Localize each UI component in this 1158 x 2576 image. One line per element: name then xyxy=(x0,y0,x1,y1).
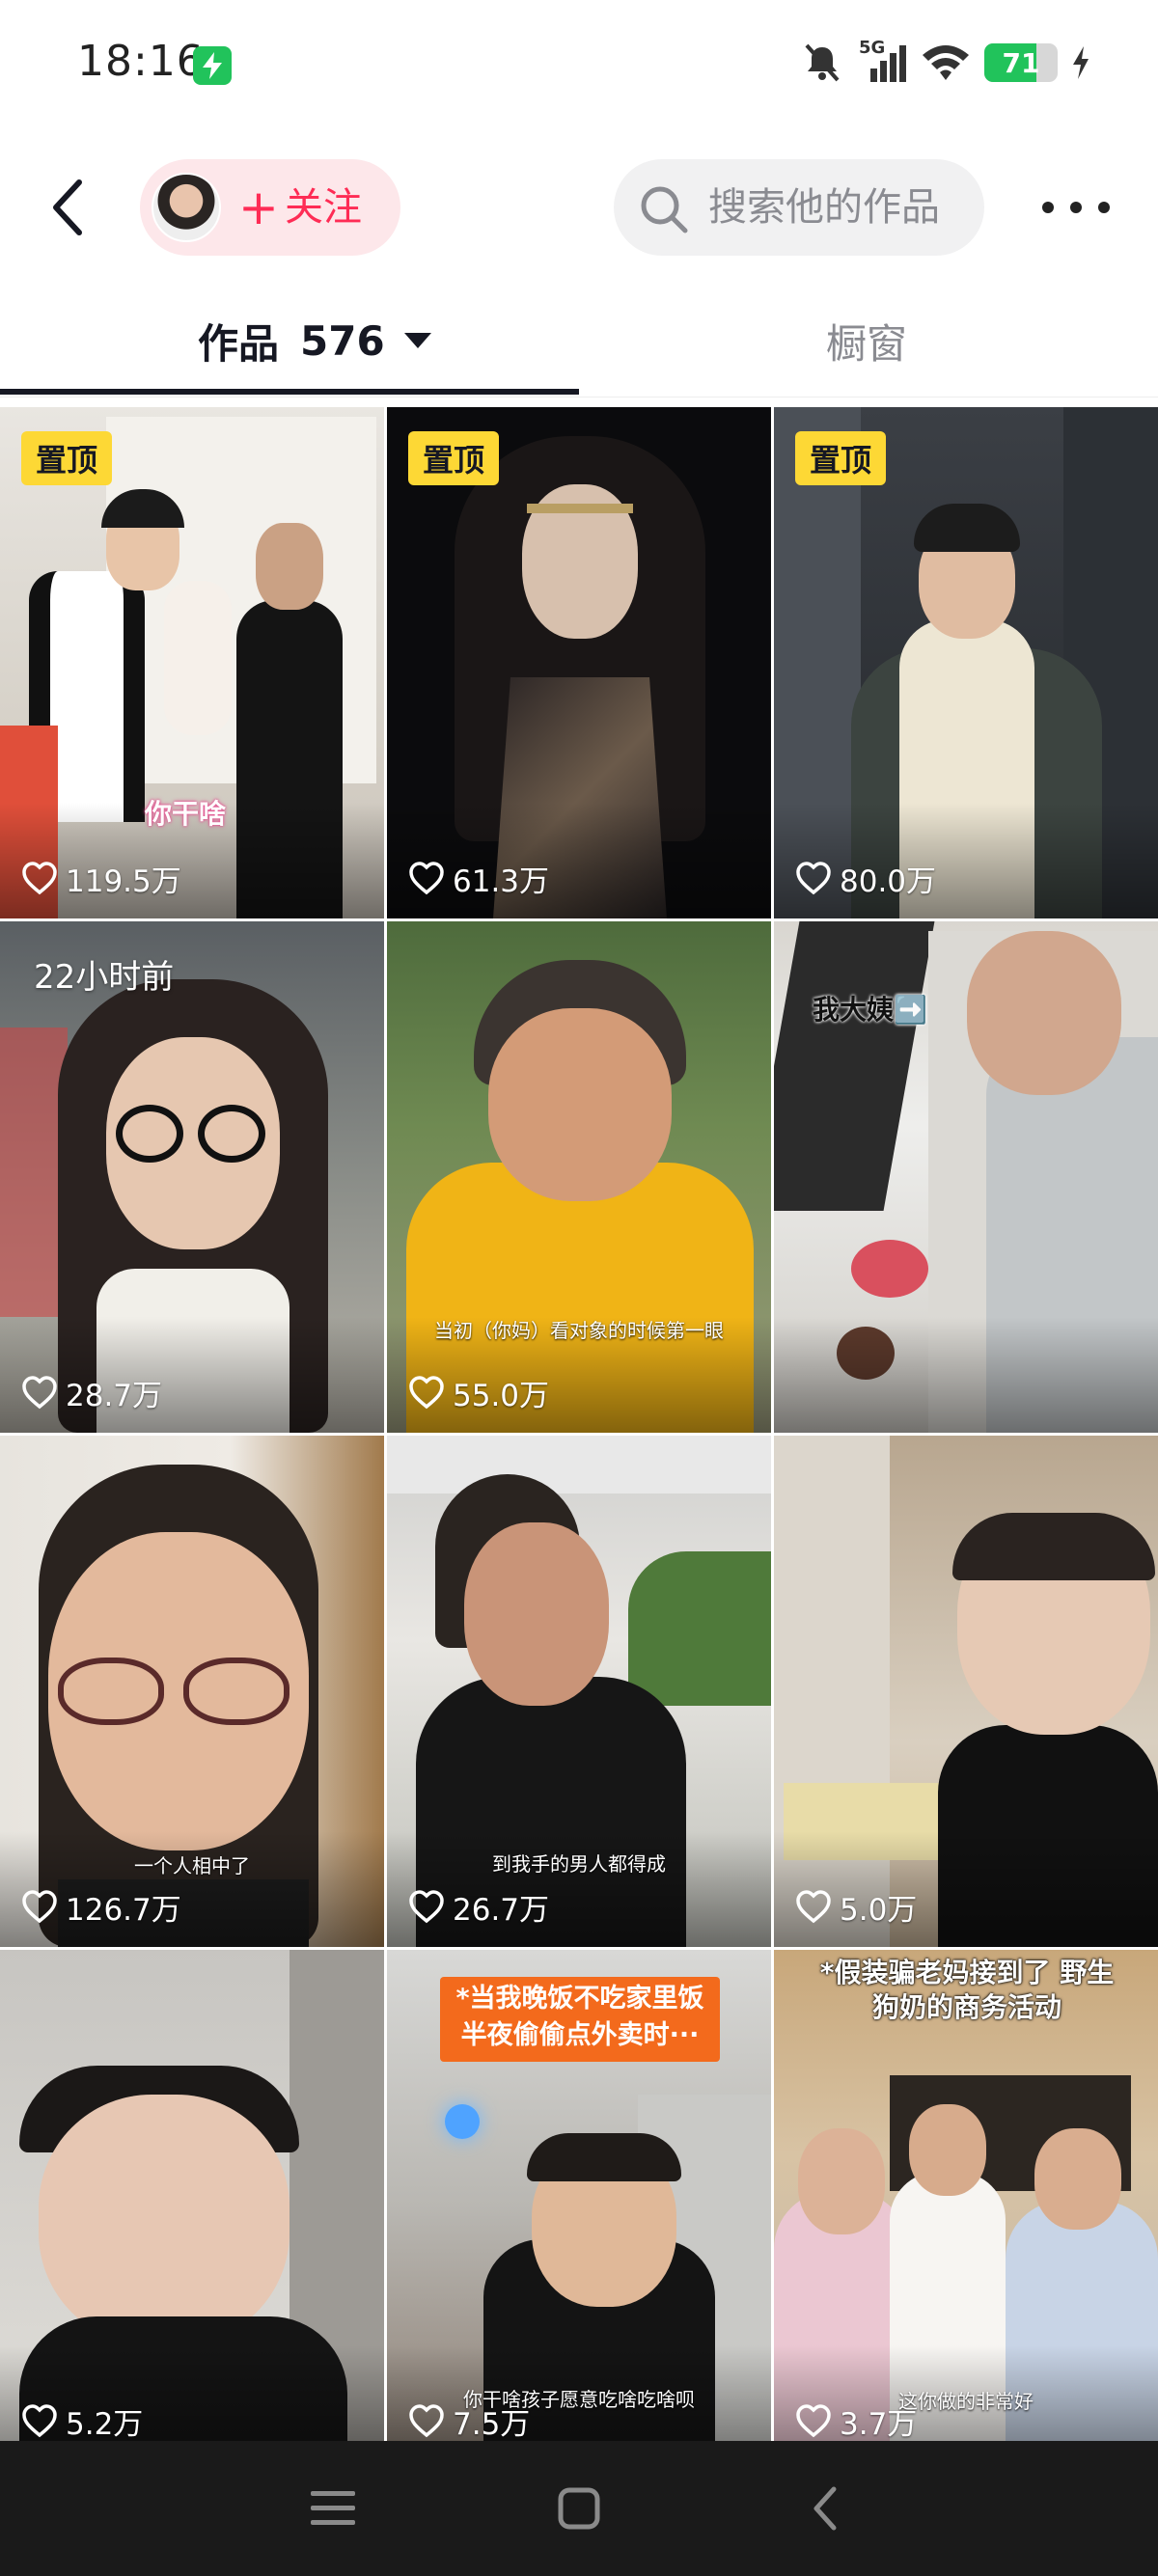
overlay-text: 我大姨➡️ xyxy=(813,994,927,1026)
search-placeholder: 搜索他的作品 xyxy=(708,185,940,230)
like-count-text: 126.7万 xyxy=(66,1892,181,1928)
back-icon xyxy=(813,2486,837,2531)
heart-icon xyxy=(409,1890,444,1924)
tab-works-label: 作品 xyxy=(198,319,280,368)
time-badge: 22小时前 xyxy=(34,958,175,997)
home-button[interactable] xyxy=(540,2475,618,2542)
overlay-text-box: *当我晚饭不吃家里饭 半夜偷偷点外卖时··· xyxy=(440,1977,720,2062)
like-count: 80.0万 xyxy=(795,857,936,899)
video-tile[interactable]: 置顶 80.0万 xyxy=(774,407,1158,918)
heart-icon xyxy=(796,1890,831,1924)
heart-icon xyxy=(22,2404,57,2438)
system-back-button[interactable] xyxy=(786,2475,864,2542)
overlay-text: 到我手的男人都得成 xyxy=(492,1852,666,1876)
like-count-text: 5.2万 xyxy=(66,2406,144,2442)
video-tile[interactable]: 当初（你妈）看对象的时候第一眼 55.0万 xyxy=(387,921,771,1433)
heart-icon xyxy=(22,1376,57,1410)
like-count-text: 3.7万 xyxy=(840,2406,918,2442)
caret-down-icon[interactable] xyxy=(403,333,431,348)
heart-icon xyxy=(22,1890,57,1924)
follow-label: 关注 xyxy=(285,185,362,230)
avatar[interactable] xyxy=(152,173,221,242)
thumbnail-shade xyxy=(774,1317,1158,1433)
like-count: 7.5万 xyxy=(408,2399,530,2442)
video-tile[interactable]: 22小时前 28.7万 xyxy=(0,921,384,1433)
pinned-badge: 置顶 xyxy=(21,431,112,485)
like-count: 61.3万 xyxy=(408,857,549,899)
search-icon xyxy=(641,186,688,233)
video-grid: 你干啥 置顶 119.5万 置顶 61.3万 置顶 80.0万 22小时前 28… xyxy=(0,407,1158,2461)
heart-icon xyxy=(409,1376,444,1410)
like-count-text: 28.7万 xyxy=(66,1378,163,1413)
video-tile[interactable]: 我大姨➡️ xyxy=(774,921,1158,1433)
heart-icon xyxy=(22,862,57,895)
like-count-text: 61.3万 xyxy=(453,863,550,899)
heart-icon xyxy=(409,862,444,895)
heart-icon xyxy=(409,2404,444,2438)
system-nav-bar xyxy=(0,2441,1158,2576)
more-icon[interactable] xyxy=(1042,183,1110,232)
charging-icon xyxy=(1073,46,1089,79)
heart-icon xyxy=(796,862,831,895)
heart-icon xyxy=(796,2404,831,2438)
plus-icon: + xyxy=(238,179,279,235)
signal-icon: 5G xyxy=(857,38,907,84)
like-count: 3.7万 xyxy=(795,2399,917,2442)
charging-bolt-icon xyxy=(193,46,232,85)
back-button[interactable] xyxy=(39,174,96,241)
menu-icon xyxy=(311,2491,355,2525)
overlay-text: 一个人相中了 xyxy=(134,1854,250,1877)
video-tile[interactable]: 置顶 61.3万 xyxy=(387,407,771,918)
overlay-text: *假装骗老妈接到了 野生狗奶的商务活动 xyxy=(819,1957,1115,2023)
battery-level-text: 71 xyxy=(1002,46,1040,79)
like-count-text: 7.5万 xyxy=(453,2406,531,2442)
back-arrow-icon xyxy=(53,179,82,235)
video-tile[interactable]: 5.2万 xyxy=(0,1950,384,2461)
like-count: 28.7万 xyxy=(21,1371,162,1413)
pinned-badge: 置顶 xyxy=(408,431,499,485)
overlay-text: 当初（你妈）看对象的时候第一眼 xyxy=(434,1319,724,1342)
like-count: 126.7万 xyxy=(21,1885,181,1928)
wifi-icon xyxy=(923,45,969,80)
top-nav: + 关注 搜索他的作品 xyxy=(0,145,1158,270)
tab-shop-label: 橱窗 xyxy=(826,319,908,368)
like-count: 5.2万 xyxy=(21,2399,143,2442)
video-tile[interactable]: 5.0万 xyxy=(774,1436,1158,1947)
like-count-text: 26.7万 xyxy=(453,1892,550,1928)
status-bar: 18:16 5G 71 xyxy=(0,0,1158,125)
like-count: 5.0万 xyxy=(795,1885,917,1928)
like-count: 55.0万 xyxy=(408,1371,549,1413)
like-count-text: 119.5万 xyxy=(66,863,181,899)
tab-shop-window[interactable]: 橱窗 xyxy=(826,307,907,374)
video-tile[interactable]: *假装骗老妈接到了 野生狗奶的商务活动 这你做的非常好 3.7万 xyxy=(774,1950,1158,2461)
search-input[interactable]: 搜索他的作品 xyxy=(614,159,984,256)
overlay-text: *当我晚饭不吃家里饭 半夜偷偷点外卖时··· xyxy=(455,1984,704,2050)
video-tile[interactable]: 到我手的男人都得成 26.7万 xyxy=(387,1436,771,1947)
video-tile[interactable]: *当我晚饭不吃家里饭 半夜偷偷点外卖时··· 你干啥孩子愿意吃啥吃啥呗 7.5万 xyxy=(387,1950,771,2461)
mute-bell-icon xyxy=(805,43,840,82)
status-time: 18:16 xyxy=(77,37,205,86)
tab-works[interactable]: 作品 576 xyxy=(198,307,431,374)
works-count: 576 xyxy=(300,316,385,365)
profile-works-screen: 18:16 5G 71 + 关注 搜索他的作品 作品 576 橱窗 你干啥 置顶… xyxy=(0,0,1158,2576)
battery-icon: 71 xyxy=(984,43,1058,82)
overlay-text: 你干啥 xyxy=(145,798,227,830)
video-tile[interactable]: 一个人相中了 126.7万 xyxy=(0,1436,384,1947)
follow-button[interactable]: + 关注 xyxy=(140,159,400,256)
like-count: 119.5万 xyxy=(21,857,181,899)
like-count: 26.7万 xyxy=(408,1885,549,1928)
menu-button[interactable] xyxy=(294,2475,372,2542)
like-count-text: 5.0万 xyxy=(840,1892,918,1928)
pinned-badge: 置顶 xyxy=(795,431,886,485)
home-icon xyxy=(558,2487,600,2530)
like-count-text: 80.0万 xyxy=(840,863,937,899)
like-count-text: 55.0万 xyxy=(453,1378,550,1413)
tab-active-indicator xyxy=(0,389,579,395)
profile-tabs: 作品 576 橱窗 xyxy=(0,289,1158,397)
status-icons: 5G 71 xyxy=(801,38,1090,87)
video-tile[interactable]: 你干啥 置顶 119.5万 xyxy=(0,407,384,918)
